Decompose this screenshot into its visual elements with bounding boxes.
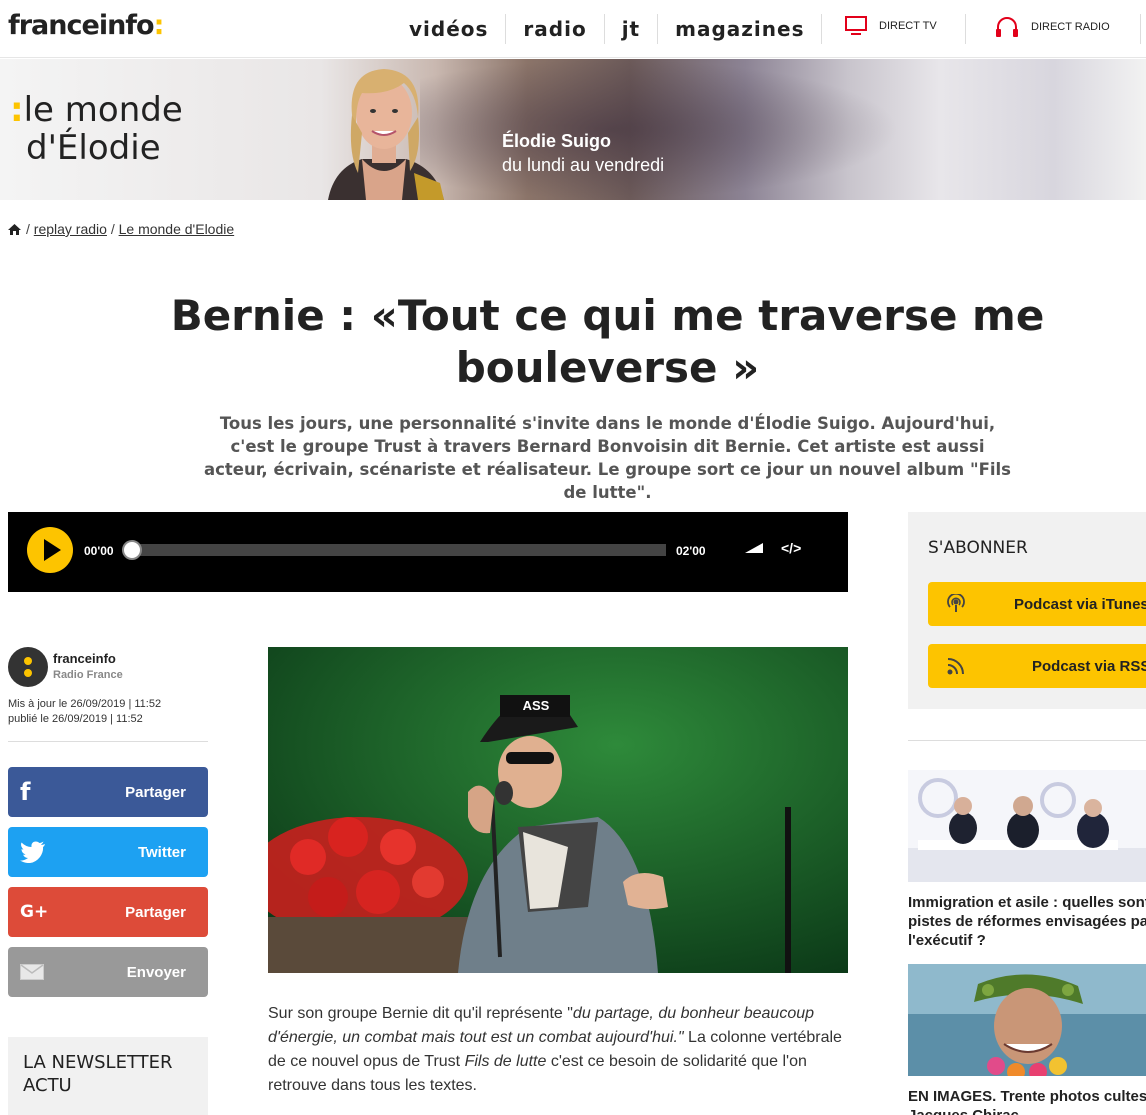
podcast-itunes-label: Podcast via iTunes [1014,595,1146,613]
show-title: :le monde d'Élodie [10,90,183,168]
host-portrait [328,69,444,200]
franceinfo-logo[interactable]: franceinfo: [8,10,164,41]
related-article[interactable]: Immigration et asile : quelles sont les … [908,770,1146,950]
twitter-icon [20,841,45,863]
share-email-label: Envoyer [126,963,186,981]
embed-code-icon[interactable]: </> [781,540,801,556]
article-title: Bernie : «Tout ce qui me traverse me bou… [170,291,1045,392]
headphones-icon [996,17,1018,37]
direct-tv-link[interactable]: DIRECT TV [845,16,937,36]
author-organization: Radio France [53,669,123,681]
progress-track[interactable] [130,544,666,556]
breadcrumb-replay-radio[interactable]: replay radio [34,221,107,237]
show-schedule: du lundi au vendredi [502,155,665,175]
article-photo: ASS [268,647,848,973]
breadcrumb: / replay radio / Le monde d'Elodie [8,221,234,237]
home-icon[interactable] [8,223,21,235]
nav-jt[interactable]: jt [605,14,659,44]
share-googleplus-button[interactable]: G+ Partager [8,887,208,937]
direct-tv-label: DIRECT TV [879,20,937,32]
podcast-rss-button[interactable]: Podcast via RSS [928,644,1146,688]
breadcrumb-le-monde-elodie[interactable]: Le monde d'Elodie [119,221,235,237]
share-googleplus-label: Partager [125,903,186,921]
main-nav: vidéos radio jt magazines [392,0,823,58]
published-date: publié le 26/09/2019 | 11:52 [8,713,143,725]
related-article-title: Immigration et asile : quelles sont les … [908,894,1146,949]
audio-player: 00'00 02'00 </> [8,512,848,592]
subscribe-title: S'ABONNER [928,538,1028,558]
progress-handle[interactable] [122,540,142,560]
related-article-title: EN IMAGES. Trente photos cultes de Jacqu… [908,1088,1146,1115]
related-article-image [908,964,1146,1081]
podcast-icon [947,594,965,612]
share-twitter-label: Twitter [137,843,186,861]
play-button[interactable] [27,527,73,573]
breadcrumb-separator: / [26,221,30,237]
article-summary: Tous les jours, une personnalité s'invit… [203,414,1011,502]
facebook-icon: f [20,778,31,806]
updated-date: Mis à jour le 26/09/2019 | 11:52 [8,698,162,710]
host-name: Élodie Suigo [502,131,612,151]
direct-radio-link[interactable]: DIRECT RADIO [995,16,1110,38]
nav-magazines[interactable]: magazines [658,14,823,44]
cap-text: ASS [523,698,550,713]
nav-radio[interactable]: radio [506,14,605,44]
share-email-button[interactable]: Envoyer [8,947,208,997]
share-twitter-button[interactable]: Twitter [8,827,208,877]
nav-videos[interactable]: vidéos [392,14,507,44]
divider [908,740,1146,741]
podcast-rss-label: Podcast via RSS [1032,657,1146,675]
article-body: Sur son groupe Bernie dit qu'il représen… [268,1005,842,1094]
avatar [8,647,48,687]
related-article-image [908,770,1146,882]
article-dates: Mis à jour le 26/09/2019 | 11:52 publié … [8,697,161,727]
duration: 02'00 [676,544,706,558]
subscribe-box: S'ABONNER Podcast via iTunes Podcast via… [908,512,1146,709]
author-name[interactable]: franceinfo [53,651,116,666]
direct-radio-label: DIRECT RADIO [1031,21,1110,33]
rss-icon [947,658,964,675]
divider [1140,14,1141,44]
envelope-icon [20,964,44,980]
host-info: Élodie Suigo du lundi au vendredi [502,129,664,177]
top-bar: franceinfo: vidéos radio jt magazines DI… [0,0,1146,58]
newsletter-box[interactable]: LA NEWSLETTER ACTU [8,1037,208,1115]
tv-icon [845,16,867,35]
related-article[interactable]: EN IMAGES. Trente photos cultes de Jacqu… [908,964,1146,1115]
divider [8,741,208,742]
share-facebook-button[interactable]: f Partager [8,767,208,817]
podcast-itunes-button[interactable]: Podcast via iTunes [928,582,1146,626]
newsletter-title: LA NEWSLETTER ACTU [23,1052,173,1096]
divider [965,14,966,44]
volume-icon[interactable] [745,543,763,553]
googleplus-icon: G+ [20,902,49,922]
current-time: 00'00 [84,544,114,558]
breadcrumb-separator: / [110,221,115,237]
show-banner[interactable]: :le monde d'Élodie Élodie Suigo du lundi… [0,59,1146,200]
share-facebook-label: Partager [125,783,186,801]
